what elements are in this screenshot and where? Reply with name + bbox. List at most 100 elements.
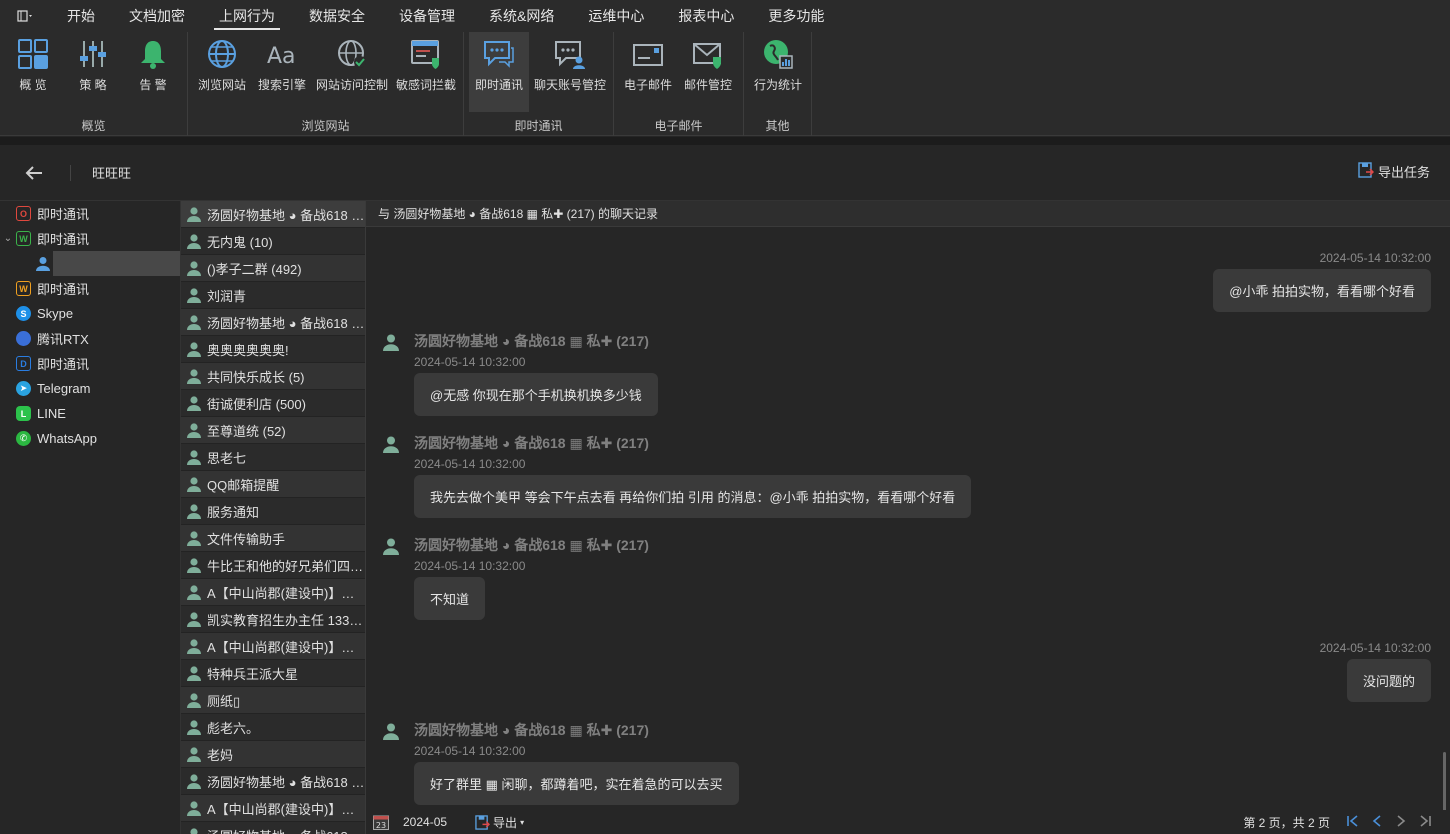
scrollbar-thumb[interactable]	[1443, 752, 1446, 810]
mail-control-button[interactable]: 邮件管控	[682, 32, 734, 112]
im-button[interactable]: 即时通讯	[469, 32, 529, 112]
behavior-stats-button[interactable]: 行为统计	[750, 32, 806, 112]
ribbon-toolbar: 概 览 策 略 告 警 概览 浏览网站 Aa 搜索引擎 网站访问控制 敏感词拦截…	[0, 32, 1450, 136]
contact-list-item[interactable]: 汤圆好物基地 ◕ 备战618 ▦ 私✚ (217)	[181, 201, 365, 228]
contact-list-item[interactable]: 思老七	[181, 444, 365, 471]
contact-name: 汤圆好物基地 ◕ 备战618 ▦ 私✚ (217)	[207, 774, 365, 790]
contact-name: 无内鬼 (10)	[207, 234, 273, 250]
chat-account-control-button[interactable]: 聊天账号管控	[532, 32, 608, 112]
chat-footer: 23 2024-05 导出 ▾ 第 2 页，共 2 页	[366, 810, 1450, 834]
svg-text:23: 23	[376, 821, 386, 830]
tree-item-im-2[interactable]: ⌄ W 即时通讯	[0, 226, 180, 251]
message-bubble[interactable]: @无感 你现在那个手机换机换多少钱	[414, 373, 658, 416]
contact-name: A【中山尚郡(建设中)】美...	[207, 801, 365, 817]
menu-device-management[interactable]: 设备管理	[382, 0, 472, 32]
menu-ops-center[interactable]: 运维中心	[571, 0, 661, 32]
chevron-down-icon[interactable]: ⌄	[0, 233, 16, 244]
contact-name: 至尊道统 (52)	[207, 423, 286, 439]
message-bubble[interactable]: @小乖 拍拍实物，看看哪个好看	[1213, 269, 1431, 312]
search-engine-button[interactable]: Aa 搜索引擎	[256, 32, 308, 112]
message-bubble[interactable]: 不知道	[414, 577, 486, 620]
email-button[interactable]: 电子邮件	[622, 32, 674, 112]
contact-list-item[interactable]: 无内鬼 (10)	[181, 228, 365, 255]
contact-list-item[interactable]: ()孝子二群 (492)	[181, 255, 365, 282]
message-time: 2024-05-14 10:32:00	[414, 355, 526, 369]
contact-list-item[interactable]: 汤圆好物基地 ◕ 备战618 ▦ 私✚ (217)	[181, 309, 365, 336]
tree-item-skype[interactable]: S Skype	[0, 301, 180, 326]
browse-website-button[interactable]: 浏览网站	[196, 32, 248, 112]
tree-item-whatsapp[interactable]: ✆ WhatsApp	[0, 426, 180, 451]
back-arrow-icon[interactable]	[22, 161, 46, 185]
tree-item-line[interactable]: L LINE	[0, 401, 180, 426]
alarm-button[interactable]: 告 警	[128, 32, 178, 112]
contact-list-item[interactable]: 彪老六。	[181, 714, 365, 741]
menu-report-center[interactable]: 报表中心	[661, 0, 751, 32]
contact-name: QQ邮箱提醒	[207, 477, 280, 493]
message-bubble[interactable]: 没问题的	[1346, 659, 1431, 702]
contact-list-item[interactable]: 厕纸▯	[181, 687, 365, 714]
contact-name: 凯实教育招生办主任 1337...	[207, 612, 365, 628]
page-title: 旺旺旺	[92, 166, 132, 181]
message-bubble[interactable]: 我先去做个美甲 等会下午点去看 再给你们拍 引用 的消息：@小乖 拍拍实物，看看…	[414, 475, 972, 518]
im-app-icon: W	[16, 231, 31, 246]
contact-list-item[interactable]: A【中山尚郡(建设中)】美...	[181, 795, 365, 822]
contact-list-item[interactable]: QQ邮箱提醒	[181, 471, 365, 498]
policy-button[interactable]: 策 略	[68, 32, 118, 112]
contact-list-item[interactable]: 服务通知	[181, 498, 365, 525]
user-avatar-icon	[187, 585, 201, 600]
overview-icon	[15, 36, 51, 72]
prev-page-icon[interactable]	[1370, 814, 1384, 831]
tree-item-account[interactable]	[0, 251, 180, 276]
contact-list-item[interactable]: A【中山尚郡(建设中)】美...	[181, 579, 365, 606]
sender-name: 汤圆好物基地 ◕ 备战618 ▦ 私✚ (217)	[414, 537, 649, 553]
message-incoming: 汤圆好物基地 ◕ 备战618 ▦ 私✚ (217) 2024-05-14 10:…	[382, 331, 658, 416]
contact-list-item[interactable]: 老妈	[181, 741, 365, 768]
contact-list-item[interactable]: 街诚便利店 (500)	[181, 390, 365, 417]
menu-start[interactable]: 开始	[50, 0, 112, 32]
contact-list-item[interactable]: 奥奥奥奥奥奥!	[181, 336, 365, 363]
tree-item-im-3[interactable]: W 即时通讯	[0, 276, 180, 301]
mail-control-icon	[690, 36, 726, 72]
message-bubble[interactable]: 好了群里 ▦ 闲聊，都蹲着吧，实在着急的可以去买	[414, 762, 739, 805]
export-button[interactable]: 导出 ▾	[475, 814, 524, 831]
calendar-icon[interactable]: 23	[373, 814, 389, 830]
tree-item-rtx[interactable]: 腾讯RTX	[0, 326, 180, 351]
contact-list-item[interactable]: 文件传输助手	[181, 525, 365, 552]
contact-name: 街诚便利店 (500)	[207, 396, 306, 412]
contact-list-item[interactable]: A【中山尚郡(建设中)】美...	[181, 633, 365, 660]
menu-more[interactable]: 更多功能	[751, 0, 841, 32]
contact-name: 老妈	[207, 747, 234, 763]
first-page-icon[interactable]	[1346, 814, 1360, 831]
chat-icon	[481, 36, 517, 72]
user-avatar-icon	[382, 537, 400, 555]
last-page-icon[interactable]	[1418, 814, 1432, 831]
tree-item-im-1[interactable]: O 即时通讯	[0, 201, 180, 226]
contact-list-item[interactable]: 汤圆好物基地 ◕ 备战618 ▦ 私✚ (217)	[181, 768, 365, 795]
message-incoming: 汤圆好物基地 ◕ 备战618 ▦ 私✚ (217) 2024-05-14 10:…	[382, 535, 649, 620]
contact-list-item[interactable]: 共同快乐成长 (5)	[181, 363, 365, 390]
next-page-icon[interactable]	[1394, 814, 1408, 831]
contact-list-item[interactable]: 刘润青	[181, 282, 365, 309]
contact-name: 共同快乐成长 (5)	[207, 369, 305, 385]
contact-list-item[interactable]: 至尊道统 (52)	[181, 417, 365, 444]
app-menu-icon[interactable]	[0, 0, 50, 32]
export-task-button[interactable]: 导出任务	[1358, 162, 1430, 181]
contact-list-item[interactable]: 汤圆好物基地 ◕ 备战618 ▦ 私	[181, 822, 365, 834]
contact-name: A【中山尚郡(建设中)】美...	[207, 639, 365, 655]
sensitive-word-button[interactable]: 敏感词拦截	[394, 32, 458, 112]
menu-doc-encrypt[interactable]: 文档加密	[112, 0, 202, 32]
web-access-control-button[interactable]: 网站访问控制	[316, 32, 388, 112]
contact-list-item[interactable]: 牛比王和他的好兄弟们四群(...)	[181, 552, 365, 579]
message-time: 2024-05-14 10:32:00	[1319, 641, 1431, 655]
contact-list-item[interactable]: 凯实教育招生办主任 1337...	[181, 606, 365, 633]
overview-button[interactable]: 概 览	[8, 32, 58, 112]
page-info: 第 2 页，共 2 页	[1243, 816, 1330, 830]
menu-data-security[interactable]: 数据安全	[292, 0, 382, 32]
tree-item-im-4[interactable]: D 即时通讯	[0, 351, 180, 376]
menu-system-network[interactable]: 系统&网络	[472, 0, 571, 32]
tree-item-telegram[interactable]: ➤ Telegram	[0, 376, 180, 401]
menu-internet-behavior[interactable]: 上网行为	[202, 0, 292, 32]
globe-icon	[204, 36, 240, 72]
date-field[interactable]: 2024-05	[403, 815, 447, 829]
contact-list-item[interactable]: 特种兵王派大星	[181, 660, 365, 687]
